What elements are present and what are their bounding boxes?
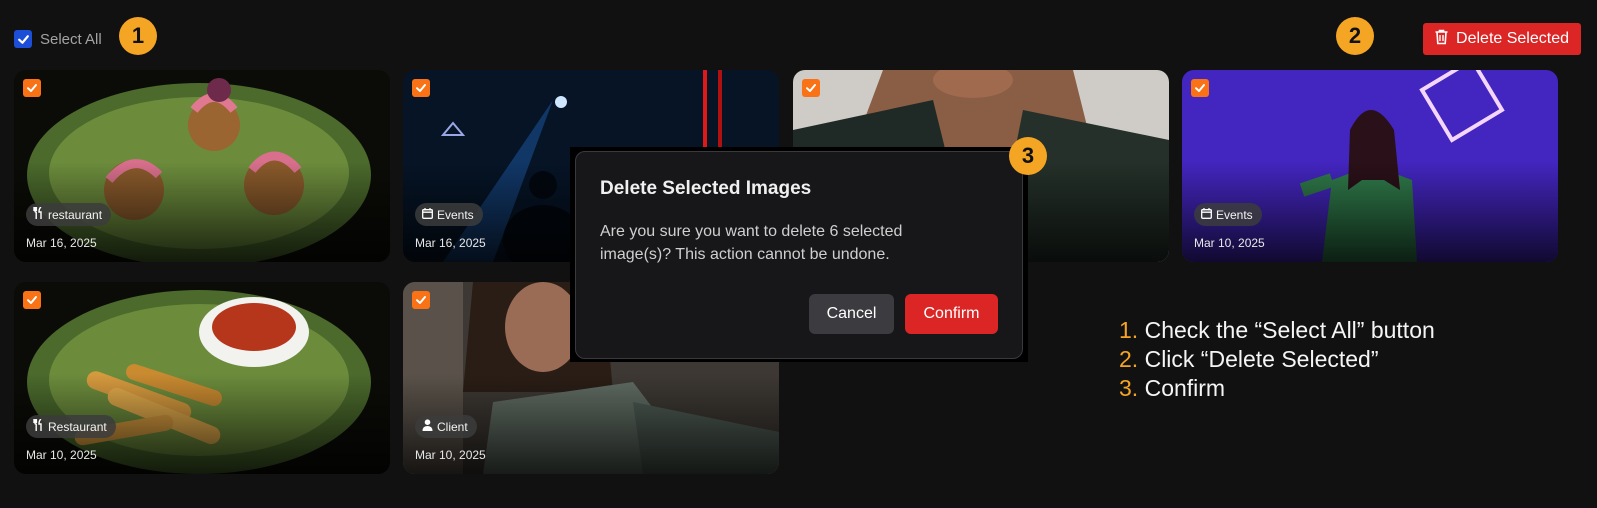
category-label: Client	[437, 419, 468, 434]
card-date: Mar 10, 2025	[26, 448, 97, 462]
category-label: restaurant	[48, 207, 103, 222]
card-date: Mar 10, 2025	[1194, 236, 1265, 250]
image-card[interactable]: restaurant Mar 16, 2025	[14, 70, 390, 262]
card-checkbox[interactable]	[412, 79, 430, 97]
trash-icon	[1434, 29, 1449, 50]
category-tag: Events	[1194, 203, 1262, 226]
card-checkbox[interactable]	[412, 291, 430, 309]
card-date: Mar 16, 2025	[26, 236, 97, 250]
step-badge-3: 3	[1009, 137, 1047, 175]
calendar-icon	[422, 207, 433, 222]
dialog-message: Are you sure you want to delete 6 select…	[600, 223, 903, 263]
utensils-icon	[33, 206, 44, 222]
card-checkbox[interactable]	[23, 291, 41, 309]
instruction-step: 1. Check the “Select All” button	[1119, 317, 1435, 343]
category-tag: Restaurant	[26, 415, 116, 438]
card-date: Mar 10, 2025	[415, 448, 486, 462]
select-all-control[interactable]: Select All	[14, 30, 102, 48]
image-card[interactable]: Restaurant Mar 10, 2025	[14, 282, 390, 474]
cancel-button[interactable]: Cancel	[809, 294, 894, 334]
instruction-step: 3. Confirm	[1119, 375, 1226, 401]
category-tag: Client	[415, 415, 477, 438]
instruction-step: 2. Click “Delete Selected”	[1119, 346, 1379, 372]
step-badge-1: 1	[119, 17, 157, 55]
category-label: Events	[437, 207, 474, 222]
delete-confirm-dialog: Delete Selected Images Are you sure you …	[575, 151, 1023, 359]
image-card[interactable]: Events Mar 10, 2025	[1182, 70, 1558, 262]
card-checkbox[interactable]	[802, 79, 820, 97]
card-checkbox[interactable]	[23, 79, 41, 97]
dialog-title: Delete Selected Images	[600, 178, 812, 199]
utensils-icon	[33, 418, 44, 434]
step-badge-2: 2	[1336, 17, 1374, 55]
category-label: Events	[1216, 207, 1253, 222]
card-checkbox[interactable]	[1191, 79, 1209, 97]
category-tag: Events	[415, 203, 483, 226]
category-label: Restaurant	[48, 419, 107, 434]
category-tag: restaurant	[26, 203, 112, 226]
card-date: Mar 16, 2025	[415, 236, 486, 250]
delete-selected-label: Delete Selected	[1456, 30, 1569, 47]
user-icon	[422, 419, 433, 434]
instructions-list: 1. Check the “Select All” button 2. Clic…	[1119, 316, 1435, 403]
confirm-button[interactable]: Confirm	[905, 294, 998, 334]
calendar-icon	[1201, 207, 1212, 222]
delete-selected-button[interactable]: Delete Selected	[1423, 23, 1581, 55]
select-all-label: Select All	[40, 30, 102, 48]
select-all-checkbox[interactable]	[14, 30, 32, 48]
